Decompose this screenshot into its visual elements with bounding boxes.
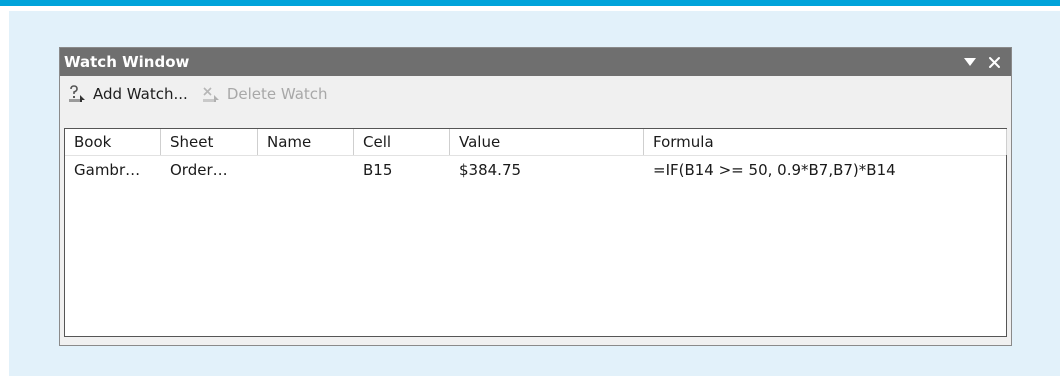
- close-icon[interactable]: [985, 53, 1003, 71]
- add-watch-button[interactable]: Add Watch...: [68, 85, 188, 103]
- cell-name: [258, 157, 354, 183]
- window-titlebar[interactable]: Watch Window: [60, 48, 1011, 76]
- column-header-book[interactable]: Book: [65, 129, 161, 155]
- cell-sheet: Order…: [170, 161, 228, 179]
- delete-watch-button[interactable]: Delete Watch: [202, 85, 328, 103]
- toolbar: Add Watch... Delete Watch: [60, 76, 1011, 112]
- watch-window: Watch Window Add Watch... Delete Watch B…: [59, 47, 1012, 346]
- cell-book: Gambr…: [74, 161, 141, 179]
- add-watch-label: Add Watch...: [93, 85, 188, 103]
- column-header-name[interactable]: Name: [258, 129, 354, 155]
- column-header-value[interactable]: Value: [450, 129, 644, 155]
- top-accent-rule: [0, 0, 1060, 6]
- cell-value: $384.75: [459, 161, 522, 179]
- column-header-sheet[interactable]: Sheet: [161, 129, 258, 155]
- table-row[interactable]: Gambr… Order… B15 $384.75 =IF(B14 >= 50,…: [65, 157, 1006, 183]
- cell-cell: B15: [363, 161, 393, 179]
- add-watch-icon: [69, 85, 85, 102]
- cell-formula: =IF(B14 >= 50, 0.9*B7,B7)*B14: [653, 161, 896, 179]
- column-header-cell[interactable]: Cell: [354, 129, 450, 155]
- delete-watch-icon: [202, 87, 219, 102]
- delete-watch-label: Delete Watch: [226, 85, 328, 103]
- list-header: Book Sheet Name Cell Value Formula: [65, 129, 1007, 156]
- triangle-down-icon[interactable]: [961, 53, 979, 71]
- column-header-formula[interactable]: Formula: [644, 129, 1007, 155]
- window-title: Watch Window: [64, 53, 190, 71]
- watch-list[interactable]: Book Sheet Name Cell Value Formula Gambr…: [64, 128, 1007, 337]
